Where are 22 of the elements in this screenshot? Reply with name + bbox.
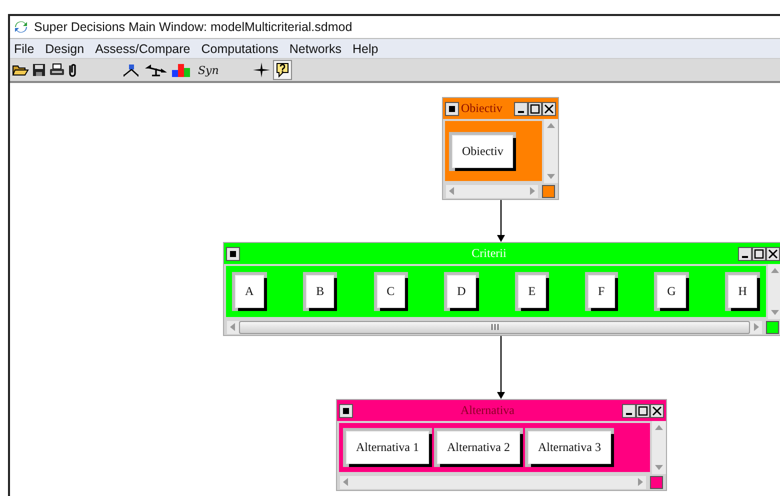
synthesis-button[interactable]: Syn	[194, 61, 223, 79]
node-button[interactable]: Alternativa 1	[346, 431, 429, 464]
menu-item[interactable]: Design	[45, 42, 84, 56]
node-button[interactable]: B	[306, 275, 334, 308]
node-button[interactable]: A	[235, 275, 264, 308]
node-button[interactable]: E	[518, 275, 546, 308]
cluster-title: Alternativa	[460, 403, 516, 418]
node-button[interactable]: G	[657, 275, 686, 308]
cluster-title: Obiectiv	[461, 101, 504, 116]
node-button[interactable]: Alternativa 2	[436, 431, 520, 464]
node-button[interactable]: H	[728, 275, 757, 308]
menu-item[interactable]: Assess/Compare	[95, 42, 190, 56]
node-button[interactable]: F	[588, 275, 615, 308]
node-button[interactable]: C	[376, 275, 405, 308]
node-button[interactable]: Alternativa 3	[528, 431, 611, 464]
menu-item[interactable]: Computations	[201, 42, 278, 56]
node-button[interactable]: D	[447, 275, 476, 308]
menu-item[interactable]: Networks	[289, 42, 342, 56]
menu-item[interactable]: Help	[352, 42, 378, 56]
cluster-title: Criterii	[470, 246, 508, 261]
window-title: Super Decisions Main Window: modelMulticriterial.sdmod	[34, 20, 352, 34]
menu-item[interactable]: File	[14, 42, 34, 56]
